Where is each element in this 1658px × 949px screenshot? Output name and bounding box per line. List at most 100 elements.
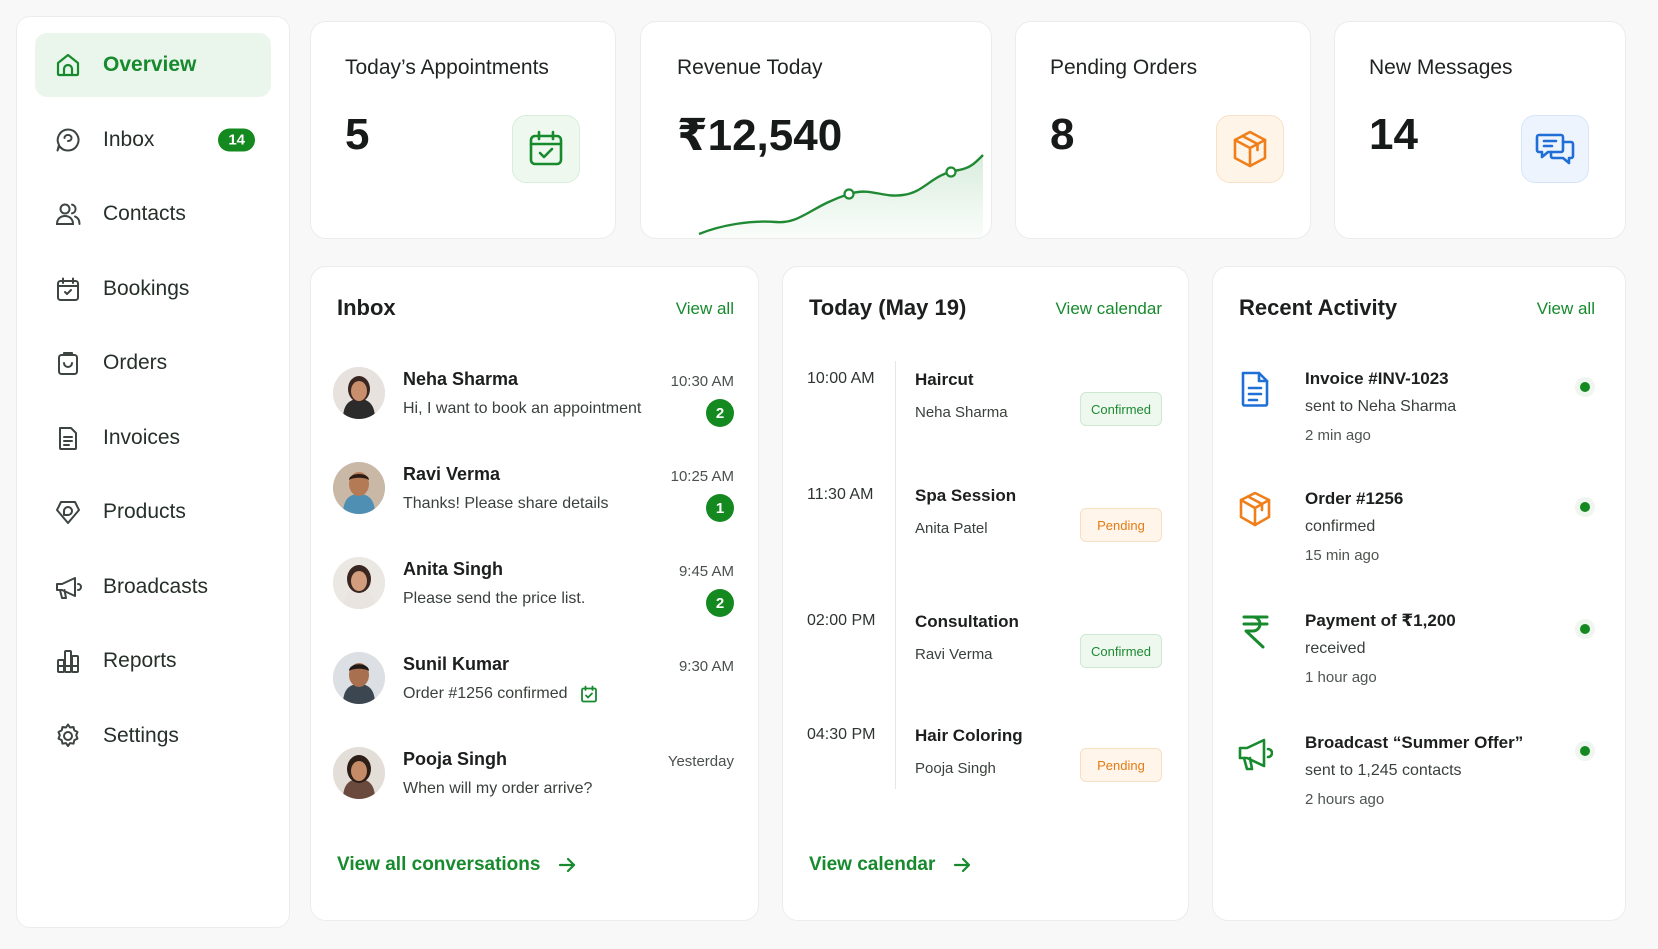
inbox-message-row[interactable]: Ravi Verma Thanks! Please share details …: [333, 462, 734, 542]
message-preview: Thanks! Please share details: [403, 495, 608, 513]
sidebar-item-reports[interactable]: Reports: [35, 629, 271, 693]
message-preview: Please send the price list.: [403, 590, 585, 608]
sidebar-item-label: Orders: [103, 351, 168, 374]
activity-detail: sent to 1,245 contacts: [1305, 762, 1462, 779]
arrow-right-icon: [559, 857, 576, 873]
activity-detail: received: [1305, 640, 1366, 657]
appointment-time: 11:30 AM: [807, 486, 874, 503]
status-dot: [1575, 377, 1595, 397]
messages-stat-card[interactable]: New Messages 14: [1334, 21, 1626, 239]
message-preview-text: When will my order arrive?: [403, 780, 593, 797]
message-time: 10:30 AM: [670, 373, 734, 390]
revenue-stat-card[interactable]: Revenue Today ₹12,540: [640, 21, 992, 239]
message-preview: When will my order arrive?: [403, 780, 592, 798]
sidebar-item-label: Bookings: [103, 276, 190, 300]
activity-title: Invoice #INV-1023: [1305, 369, 1449, 388]
panel-title: Inbox: [337, 295, 396, 320]
sidebar-item-bookings[interactable]: Bookings: [35, 257, 271, 321]
contacts-icon: [53, 199, 83, 229]
sidebar-item-invoices[interactable]: Invoices: [35, 406, 271, 470]
footer-link-label: View all conversations: [337, 854, 541, 875]
unread-count-badge: 1: [706, 494, 734, 522]
activity-time: 1 hour ago: [1305, 669, 1377, 686]
reports-icon: [53, 646, 83, 676]
inbox-message-row[interactable]: Sunil Kumar Order #1256 confirmed 9:30 A…: [333, 652, 734, 732]
appointment-row[interactable]: 02:00 PM Consultation Ravi Verma Confirm…: [807, 612, 1162, 692]
overview-icon: [53, 50, 83, 80]
appointment-row[interactable]: 04:30 PM Hair Coloring Pooja Singh Pendi…: [807, 726, 1162, 806]
chat-icon: [53, 125, 83, 155]
activity-item[interactable]: Order #1256 confirmed 15 min ago: [1237, 489, 1595, 589]
panel-title: Recent Activity: [1239, 295, 1398, 320]
recent-activity-panel: Recent Activity View all Invoice #INV-10…: [1212, 266, 1626, 921]
megaphone-icon: [1237, 733, 1273, 773]
appointment-client: Anita Patel: [915, 520, 988, 537]
status-dot: [1575, 497, 1595, 517]
inbox-message-row[interactable]: Neha Sharma Hi, I want to book an appoin…: [333, 367, 734, 447]
stat-value: 14: [1369, 110, 1418, 159]
unread-count-badge: 2: [706, 399, 734, 427]
sidebar-item-inbox[interactable]: Inbox 14: [35, 108, 271, 172]
activity-item[interactable]: Payment of ₹1,200 received 1 hour ago: [1237, 611, 1595, 711]
appointment-time: 10:00 AM: [807, 370, 875, 387]
activity-detail: confirmed: [1305, 518, 1376, 535]
appointment-time: 04:30 PM: [807, 726, 876, 743]
gear-icon: [53, 721, 83, 751]
sidebar-item-settings[interactable]: Settings: [35, 704, 271, 768]
message-time: 9:30 AM: [678, 658, 734, 675]
inbox-count-badge: 14: [218, 128, 255, 151]
megaphone-icon: [53, 572, 83, 602]
stat-title: New Messages: [1369, 56, 1513, 79]
invoice-icon: [53, 423, 83, 453]
product-icon: [53, 497, 83, 527]
calendar-check-icon: [580, 685, 597, 703]
appointment-row[interactable]: 11:30 AM Spa Session Anita Patel Pending: [807, 486, 1162, 566]
appointment-service: Consultation: [915, 612, 1019, 631]
activity-view-all-link[interactable]: View all: [1537, 299, 1595, 319]
view-all-conversations-link[interactable]: View all conversations: [337, 854, 578, 876]
activity-time: 2 hours ago: [1305, 791, 1385, 808]
sender-name: Sunil Kumar: [403, 654, 510, 674]
view-calendar-link[interactable]: View calendar: [1056, 299, 1162, 319]
appointment-service: Hair Coloring: [915, 726, 1023, 745]
appointment-time: 02:00 PM: [807, 612, 876, 629]
avatar: [333, 462, 385, 514]
inbox-message-row[interactable]: Anita Singh Please send the price list. …: [333, 557, 734, 637]
sidebar-item-products[interactable]: Products: [35, 480, 271, 544]
stat-value: 8: [1050, 110, 1075, 159]
appointment-row[interactable]: 10:00 AM Haircut Neha Sharma Confirmed: [807, 370, 1162, 450]
status-dot: [1575, 619, 1595, 639]
activity-item[interactable]: Invoice #INV-1023 sent to Neha Sharma 2 …: [1237, 369, 1595, 469]
avatar: [333, 747, 385, 799]
stat-title: Today’s Appointments: [345, 56, 549, 79]
activity-item[interactable]: Broadcast “Summer Offer” sent to 1,245 c…: [1237, 733, 1595, 833]
document-icon: [1237, 369, 1273, 409]
sidebar-item-broadcasts[interactable]: Broadcasts: [35, 555, 271, 619]
appointment-service: Haircut: [915, 370, 974, 389]
appointment-client: Neha Sharma: [915, 404, 1008, 421]
sidebar-item-label: Broadcasts: [103, 574, 209, 598]
view-calendar-footer-link[interactable]: View calendar: [809, 854, 973, 876]
avatar: [333, 557, 385, 609]
box-icon: [1237, 489, 1273, 529]
sidebar: Overview Inbox 14 Contacts Bookings Orde…: [16, 16, 290, 928]
inbox-message-row[interactable]: Pooja Singh When will my order arrive? Y…: [333, 747, 734, 827]
activity-title: Order #1256: [1305, 489, 1404, 508]
message-preview-text: Thanks! Please share details: [403, 495, 609, 512]
sidebar-item-orders[interactable]: Orders: [35, 331, 271, 395]
schedule-panel: Today (May 19) View calendar 10:00 AM Ha…: [782, 266, 1189, 921]
sender-name: Anita Singh: [403, 559, 503, 579]
rupee-icon: [1237, 611, 1273, 651]
sparkline-icon: [698, 154, 984, 238]
sidebar-item-overview[interactable]: Overview: [35, 33, 271, 97]
sidebar-item-contacts[interactable]: Contacts: [35, 182, 271, 246]
activity-detail: sent to Neha Sharma: [1305, 398, 1457, 415]
bag-icon: [53, 348, 83, 378]
activity-time: 15 min ago: [1305, 547, 1380, 564]
sidebar-item-label: Reports: [103, 649, 177, 672]
appointment-client: Ravi Verma: [915, 646, 993, 663]
inbox-view-all-link[interactable]: View all: [676, 299, 734, 319]
inbox-panel: Inbox View all Neha Sharma Hi, I want to…: [310, 266, 759, 921]
appointments-stat-card[interactable]: Today’s Appointments 5: [310, 21, 616, 239]
orders-stat-card[interactable]: Pending Orders 8: [1015, 21, 1311, 239]
